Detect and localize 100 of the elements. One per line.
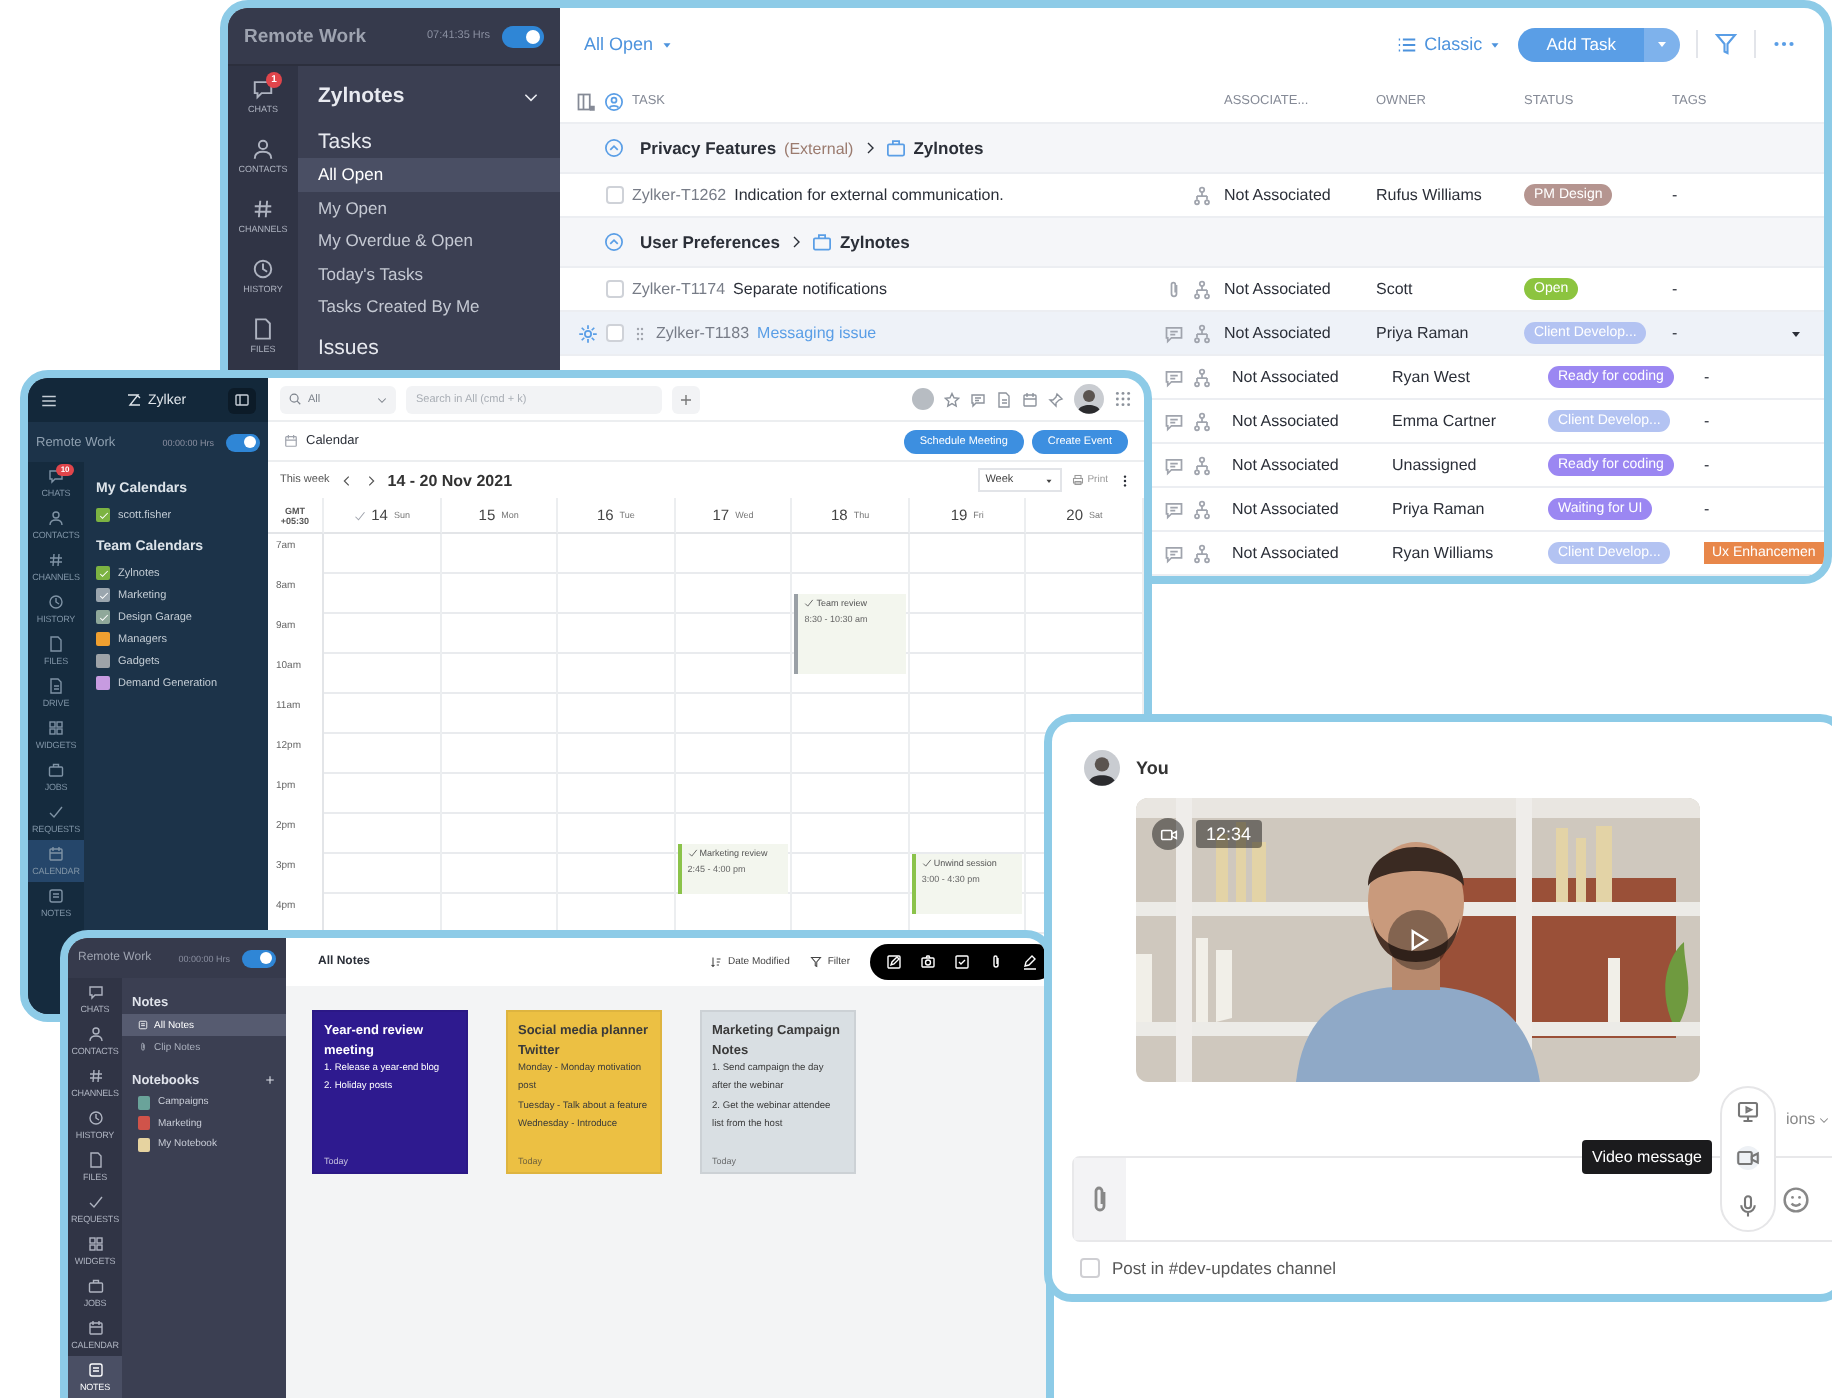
avatar	[1084, 750, 1120, 786]
hierarchy-icon[interactable]	[1192, 499, 1212, 519]
hash-icon	[252, 198, 274, 220]
calendar-checkbox[interactable]	[96, 632, 110, 646]
nav-item[interactable]: Tasks Created By Me	[298, 290, 560, 323]
layout-dropdown[interactable]: Classic	[1396, 33, 1503, 55]
grid-icon	[48, 720, 64, 736]
comment-icon[interactable]	[1164, 323, 1184, 343]
hierarchy-icon[interactable]	[1192, 185, 1212, 205]
view-dropdown[interactable]: All Open	[584, 34, 674, 54]
checkbox-label[interactable]: Post in #dev-updates channel	[1112, 1258, 1336, 1278]
comment-icon[interactable]	[1164, 367, 1184, 387]
note-icon	[48, 888, 64, 904]
star-icon[interactable]	[944, 391, 960, 407]
check-icon	[48, 804, 64, 820]
columns-icon[interactable]	[576, 91, 596, 111]
more-icon[interactable]	[1118, 473, 1132, 487]
hash-icon	[48, 552, 64, 568]
emoji-icon[interactable]	[1782, 1185, 1810, 1213]
list-icon	[1396, 33, 1419, 55]
drag-handle-icon[interactable]	[632, 325, 648, 341]
workspace-title: Remote Work	[244, 25, 367, 47]
section-title: Issues	[316, 333, 381, 363]
paperclip-icon[interactable]	[988, 954, 1004, 970]
task-title[interactable]: Indication for external communication.	[734, 186, 1004, 204]
tooltip: Video message	[1582, 1140, 1712, 1174]
user-circle-icon[interactable]	[604, 91, 624, 111]
briefcase-icon	[885, 138, 906, 158]
toggle-switch[interactable]	[226, 433, 260, 451]
status-icon[interactable]	[912, 388, 934, 410]
gear-icon[interactable]	[578, 323, 598, 343]
screen-share-icon[interactable]	[1736, 1099, 1760, 1124]
file-icon	[48, 636, 64, 652]
options-label[interactable]: ions	[1786, 1110, 1816, 1128]
person-icon	[48, 510, 64, 526]
previous-button[interactable]	[339, 473, 354, 487]
table-cell: -	[1704, 368, 1710, 386]
calendar-checkbox[interactable]	[96, 566, 110, 580]
filter-icon[interactable]	[1714, 32, 1738, 56]
play-button[interactable]	[1388, 910, 1448, 970]
briefcase-icon	[87, 1278, 103, 1294]
next-button[interactable]	[363, 473, 378, 487]
video-camera-icon[interactable]	[1736, 1146, 1760, 1171]
checklist-icon[interactable]	[954, 954, 970, 970]
date-range: 14 - 20 Nov 2021	[387, 471, 513, 489]
camera-icon[interactable]	[920, 954, 936, 970]
toggle-switch[interactable]	[502, 25, 544, 47]
calendar-checkbox[interactable]	[96, 654, 110, 668]
hierarchy-icon[interactable]	[1192, 543, 1212, 563]
pen-icon[interactable]	[1022, 954, 1038, 970]
group-name: User Preferences	[640, 232, 780, 252]
history-icon	[87, 1110, 103, 1126]
hierarchy-icon[interactable]	[1192, 279, 1212, 299]
hierarchy-icon[interactable]	[1192, 411, 1212, 431]
nav-item[interactable]: Today's Tasks	[298, 257, 560, 290]
collapse-icon[interactable]	[604, 138, 624, 158]
plus-icon[interactable]	[264, 1074, 276, 1086]
menu-icon[interactable]	[40, 391, 58, 409]
calendar-icon[interactable]	[1022, 391, 1038, 407]
toggle-switch[interactable]	[242, 949, 276, 967]
table-cell: -	[1704, 412, 1710, 430]
owner-name: Rufus Williams	[1376, 186, 1482, 204]
app-grid-icon[interactable]	[1114, 390, 1132, 408]
search-icon	[288, 392, 302, 406]
comment-icon[interactable]	[1164, 455, 1184, 475]
comment-icon[interactable]	[970, 391, 986, 407]
hierarchy-icon[interactable]	[1192, 367, 1212, 387]
calendar-checkbox[interactable]	[96, 676, 110, 690]
sidebar-toggle-button[interactable]	[228, 387, 256, 413]
task-id: Zylker-T1174	[632, 280, 726, 298]
calendar-checkbox[interactable]	[96, 610, 110, 624]
comment-icon[interactable]	[1164, 543, 1184, 563]
nav-item[interactable]: My Open	[298, 191, 560, 224]
task-title[interactable]: Separate notifications	[733, 280, 887, 298]
pin-icon[interactable]	[1048, 391, 1064, 407]
document-icon[interactable]	[996, 391, 1012, 407]
comment-icon[interactable]	[1164, 499, 1184, 519]
note-icon	[138, 1020, 148, 1030]
nav-item[interactable]: All Open	[298, 158, 560, 191]
calendar-checkbox[interactable]	[96, 588, 110, 602]
caret-icon	[1043, 475, 1054, 485]
chat-icon	[252, 78, 274, 100]
comment-icon[interactable]	[1164, 411, 1184, 431]
microphone-icon[interactable]	[1736, 1194, 1760, 1219]
hierarchy-icon[interactable]	[1192, 323, 1212, 343]
calendar-checkbox[interactable]	[96, 508, 110, 522]
hierarchy-icon[interactable]	[1192, 455, 1212, 475]
group-name: Privacy Features	[640, 138, 777, 158]
add-options-button[interactable]	[1644, 27, 1680, 61]
nav-item[interactable]: My Overdue & Open	[298, 224, 560, 257]
table-cell: Not Associated	[1232, 544, 1339, 562]
checkbox[interactable]	[1080, 1258, 1100, 1278]
row-checkbox[interactable]	[606, 324, 624, 342]
row-checkbox[interactable]	[606, 280, 624, 298]
owner-name: Ryan Williams	[1392, 544, 1494, 562]
table-cell: -	[1672, 324, 1678, 342]
collapse-icon[interactable]	[604, 232, 624, 252]
row-checkbox[interactable]	[606, 186, 624, 204]
edit-icon[interactable]	[886, 954, 902, 970]
add-button[interactable]	[672, 385, 700, 413]
